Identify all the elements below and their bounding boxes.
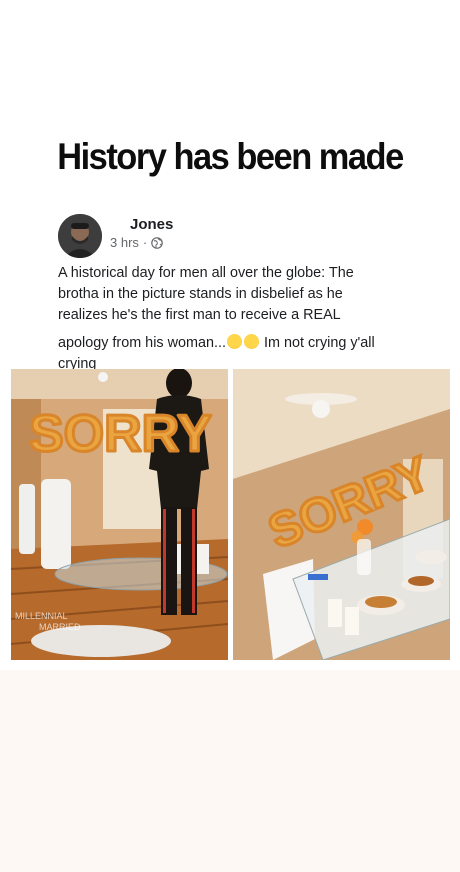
meme-headline: History has been made — [57, 136, 404, 177]
post-text-line: realizes he's the first man to receive a… — [58, 307, 341, 323]
post-photo-right[interactable]: SORRY — [233, 369, 450, 660]
post-author-name[interactable]: Jones — [130, 216, 173, 233]
post-photo-left[interactable]: SORRY MILLENNIAL MARRIED — [11, 369, 228, 660]
balloon-text-left: SORRY — [29, 405, 212, 463]
meta-separator: · — [142, 235, 148, 250]
watermark-text: MILLENNIAL — [15, 611, 68, 621]
weary-face-emoji-icon — [243, 334, 259, 349]
globe-icon — [151, 236, 164, 249]
post-meta: 3 hrs · — [110, 235, 164, 250]
post-timestamp[interactable]: 3 hrs — [110, 235, 139, 250]
post-text-line: brotha in the picture stands in disbelie… — [58, 286, 343, 302]
avatar[interactable] — [58, 214, 102, 258]
post-text-line-with-emoji: apology from his woman... Im not crying … — [58, 333, 428, 354]
watermark-text: MARRIED — [39, 622, 81, 632]
post-body: A historical day for men all over the gl… — [58, 263, 428, 375]
post-text-line: A historical day for men all over the gl… — [58, 265, 354, 281]
balloon-letters: SORRY — [28, 404, 214, 465]
dizzy-face-emoji-icon — [226, 334, 242, 349]
post-text-segment: Im not crying y'all — [259, 335, 375, 351]
post-text-segment: apology from his woman... — [58, 335, 226, 351]
